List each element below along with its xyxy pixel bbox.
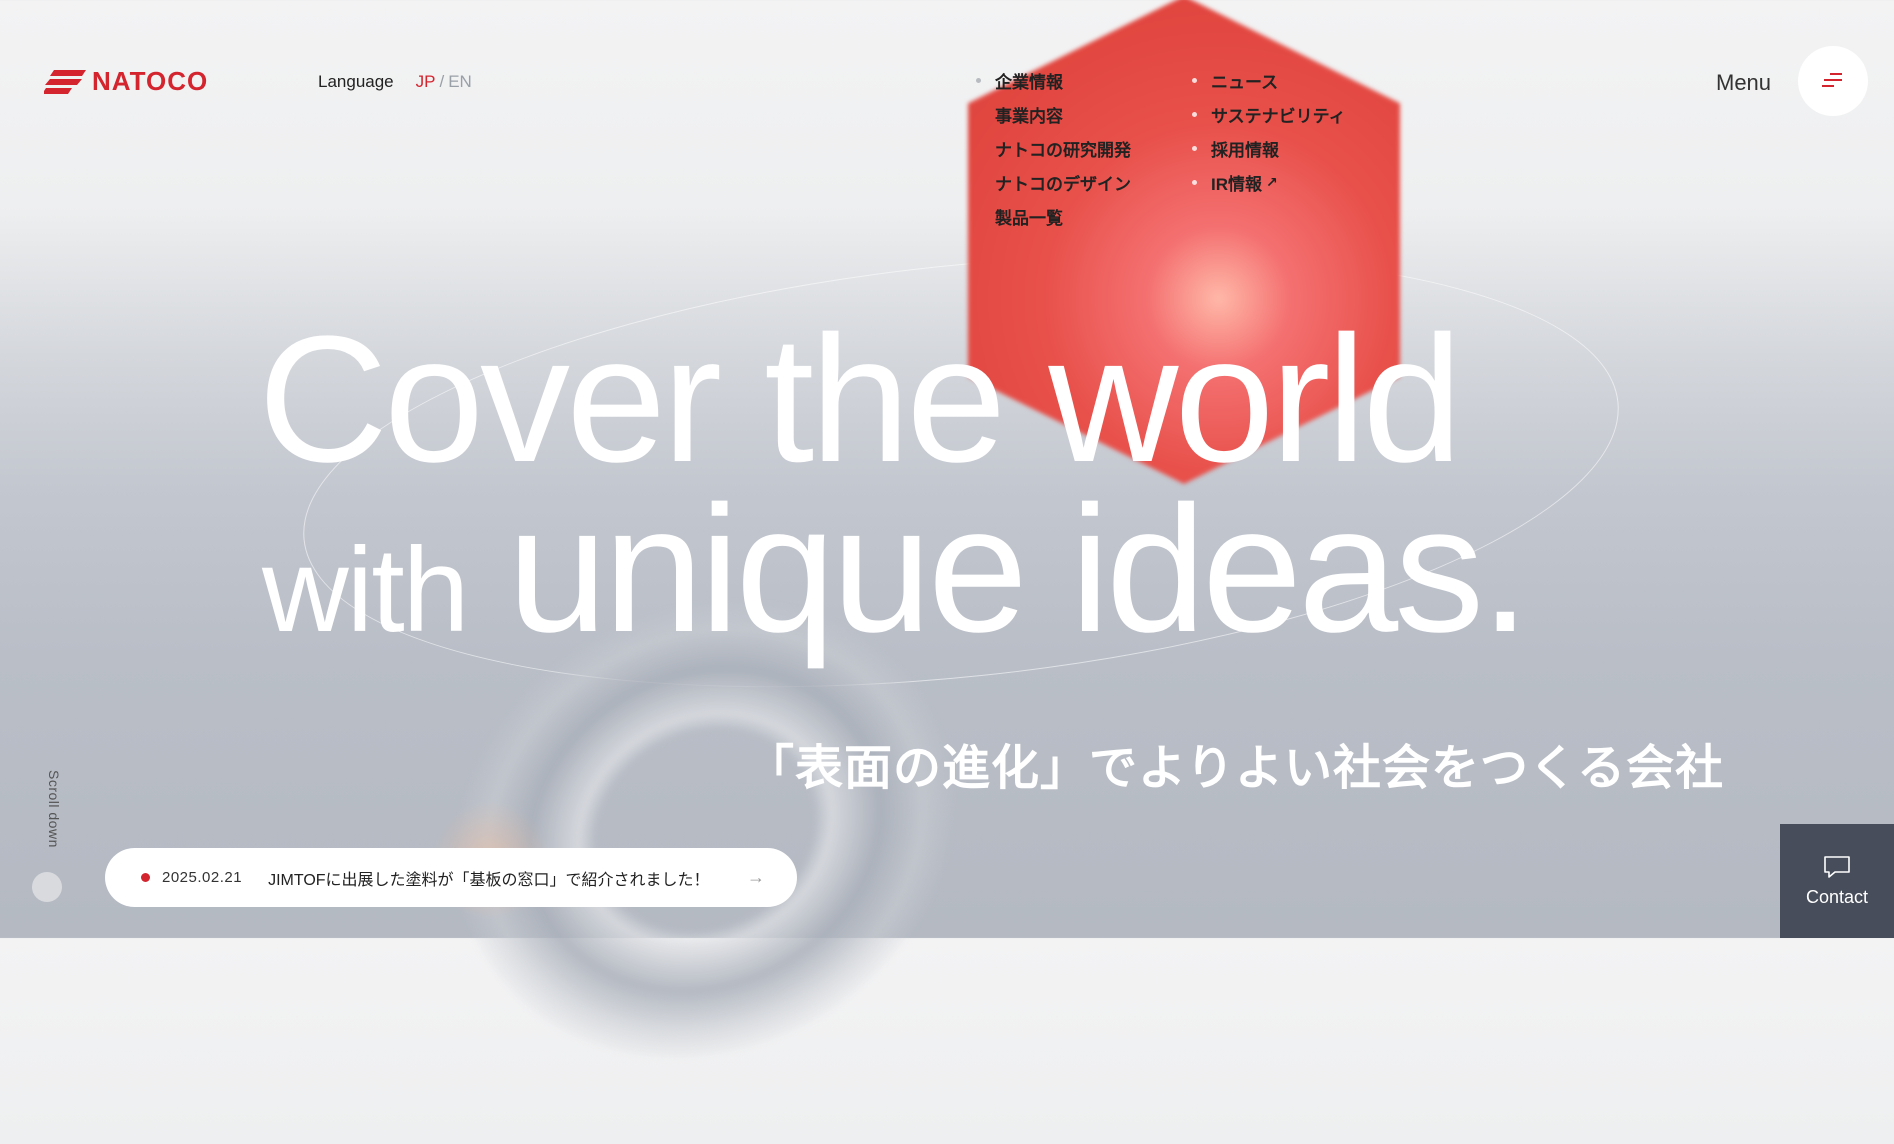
language-label: Language xyxy=(318,72,394,91)
nav-item-company[interactable]: 企業情報 xyxy=(976,70,1131,92)
language-en-link[interactable]: EN xyxy=(448,72,472,92)
nav-item-recruit[interactable]: 採用情報 xyxy=(1192,138,1346,160)
chat-bubble-icon xyxy=(1824,855,1850,878)
nav-item-products[interactable]: 製品一覧 xyxy=(995,206,1131,228)
nav-item-label: ニュース xyxy=(1211,72,1279,92)
bullet-icon xyxy=(1192,179,1197,185)
nav-item-label: ナトコのデザイン xyxy=(995,174,1131,194)
hero-headline-unique-ideas: unique ideas. xyxy=(507,469,1530,670)
logo[interactable]: NATOCO xyxy=(44,66,208,97)
scroll-indicator[interactable] xyxy=(32,872,62,902)
nav-item-label: 製品一覧 xyxy=(995,208,1063,228)
scroll-down-label: Scroll down xyxy=(46,770,62,848)
nav-item-label: IR情報 xyxy=(1211,174,1262,194)
nav-item-label: ナトコの研究開発 xyxy=(995,140,1131,160)
news-banner[interactable]: 2025.02.21 JIMTOFに出展した塗料が「基板の窓口」で紹介されました… xyxy=(105,848,797,907)
nav-column-2: ニュース サステナビリティ 採用情報 IR情報 ↗ xyxy=(1192,70,1346,194)
bullet-icon xyxy=(976,77,981,83)
nav-item-sustainability[interactable]: サステナビリティ xyxy=(1192,104,1346,126)
nav-item-label: 企業情報 xyxy=(995,72,1063,92)
nav-item-ir[interactable]: IR情報 ↗ xyxy=(1192,172,1346,194)
nav-item-news[interactable]: ニュース xyxy=(1192,70,1346,92)
hero-tagline: 「表面の進化」でよりよい社会をつくる会社 xyxy=(746,742,1725,795)
nav-item-label: 採用情報 xyxy=(1211,140,1279,160)
bullet-icon xyxy=(1192,145,1197,151)
arrow-right-icon: → xyxy=(747,867,765,887)
nav-item-label: サステナビリティ xyxy=(1211,106,1346,126)
nav-item-research[interactable]: ナトコの研究開発 xyxy=(995,138,1131,160)
bullet-icon xyxy=(1192,77,1197,83)
hero-headline-line1: Cover the world xyxy=(258,299,1463,500)
contact-button[interactable]: Contact xyxy=(1780,824,1894,938)
logo-text: NATOCO xyxy=(92,66,209,96)
menu-label[interactable]: Menu xyxy=(1716,70,1771,96)
logo-mark-icon xyxy=(44,69,86,94)
menu-button[interactable] xyxy=(1798,46,1868,116)
nav-column-1: 企業情報 事業内容 ナトコの研究開発 ナトコのデザイン 製品一覧 xyxy=(976,70,1131,228)
news-title: JIMTOFに出展した塗料が「基板の窓口」で紹介されました！ xyxy=(268,871,710,889)
language-separator: / xyxy=(439,72,445,91)
nav-item-label: 事業内容 xyxy=(995,106,1063,126)
news-dot-icon xyxy=(141,873,150,882)
external-link-icon: ↗ xyxy=(1266,173,1278,190)
nav-item-design[interactable]: ナトコのデザイン xyxy=(995,172,1131,194)
language-jp-link[interactable]: JP xyxy=(416,72,436,92)
nav-item-business[interactable]: 事業内容 xyxy=(995,104,1131,126)
hero-headline-line2: with unique ideas. xyxy=(262,469,1530,670)
news-date: 2025.02.21 xyxy=(162,869,243,886)
hamburger-icon xyxy=(1822,73,1842,87)
bullet-icon xyxy=(1192,111,1197,117)
language-switcher: Language JP / EN xyxy=(318,72,472,92)
contact-label: Contact xyxy=(1805,886,1869,907)
hero-headline-with: with xyxy=(262,523,469,657)
